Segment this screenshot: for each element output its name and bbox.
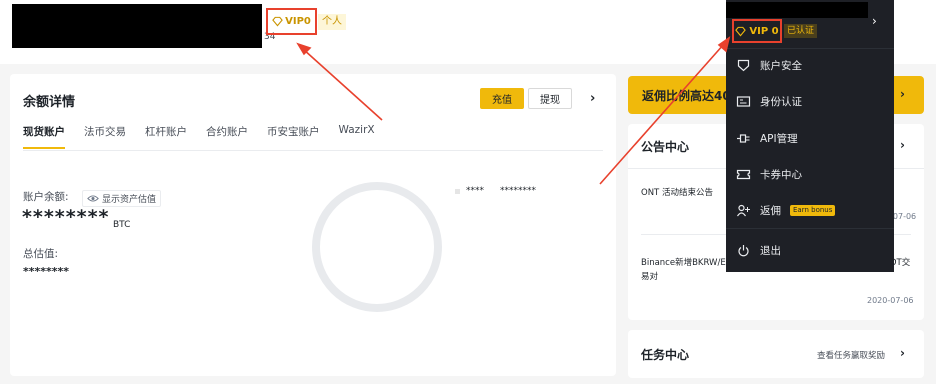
tabs-divider <box>23 150 603 151</box>
legend-asset-name: **** <box>466 186 484 196</box>
power-icon <box>738 245 749 257</box>
add-user-icon <box>737 204 750 217</box>
menu-item-referral[interactable]: 返佣 Earn bonus <box>736 203 836 218</box>
account-balance-label: 账户余额: <box>23 191 69 203</box>
show-estimate-toggle[interactable]: 显示资产估值 <box>82 190 162 207</box>
chevron-right-icon[interactable]: › <box>872 14 877 28</box>
announcement-title: 公告中心 <box>641 140 690 154</box>
announcement-item-cont: 易对 <box>641 272 659 282</box>
menu-item-coupon-center[interactable]: 卡券中心 <box>736 167 802 182</box>
menu-item-label: API管理 <box>760 133 798 145</box>
tab-wazirx[interactable]: WazirX <box>339 124 375 149</box>
id-card-icon <box>736 96 751 107</box>
show-estimate-label: 显示资产估值 <box>102 195 157 205</box>
balance-details-card: 余额详情 充值 提现 › 现货账户 法币交易 杠杆账户 合约账户 币安宝账户 W… <box>10 74 616 376</box>
chevron-right-icon[interactable]: › <box>900 346 905 360</box>
total-estimate-label: 总估值: <box>23 248 59 260</box>
redacted-email <box>726 2 868 18</box>
rebate-banner-text: 返佣比例高达40 <box>642 89 731 103</box>
menu-item-identity-verification[interactable]: 身份认证 <box>736 94 802 109</box>
menu-item-label: 退出 <box>760 245 781 257</box>
announcement-item[interactable]: Binance新增BKRW/E <box>641 256 726 268</box>
total-masked-value: ******** <box>23 265 70 278</box>
menu-item-label: 返佣 <box>760 205 781 217</box>
menu-item-account-security[interactable]: 账户安全 <box>736 58 802 73</box>
tab-spot-account[interactable]: 现货账户 <box>23 124 65 149</box>
view-tasks-link[interactable]: 查看任务赢取奖励 <box>817 349 885 361</box>
announcement-date: 2020-07-06 <box>867 296 914 305</box>
withdraw-button[interactable]: 提现 <box>528 88 572 109</box>
diamond-icon <box>735 26 747 36</box>
task-center-title: 任务中心 <box>641 348 690 362</box>
chevron-right-icon: › <box>900 87 905 101</box>
announcement-item[interactable]: ONT 活动结束公告 <box>641 186 713 198</box>
balance-unit: BTC <box>113 220 131 230</box>
redacted-username <box>12 4 262 48</box>
chevron-right-icon[interactable]: › <box>590 91 595 106</box>
balance-masked-value: ******** <box>22 206 110 228</box>
legend-swatch <box>455 188 460 194</box>
tab-fiat-trading[interactable]: 法币交易 <box>84 124 126 149</box>
task-center-card: 任务中心 查看任务赢取奖励 › <box>628 330 924 378</box>
api-key-icon <box>737 134 750 143</box>
menu-item-label: 身份认证 <box>760 96 802 108</box>
menu-item-logout[interactable]: 退出 <box>736 243 781 258</box>
diamond-icon <box>272 16 283 27</box>
menu-item-label: 账户安全 <box>760 60 802 72</box>
tab-margin-account[interactable]: 杠杆账户 <box>145 124 187 149</box>
asset-legend: **** ******** <box>455 186 536 196</box>
eye-icon <box>87 195 99 202</box>
vip-level-text: VIP0 <box>285 16 311 27</box>
user-dropdown-menu: › VIP 0 已认证 账户安全 身份认证 API管理 卡券中心 返佣 Earn… <box>726 0 894 272</box>
divider <box>726 48 894 49</box>
menu-item-label: 卡券中心 <box>760 169 802 181</box>
legend-asset-value: ******** <box>500 186 536 196</box>
chevron-right-icon[interactable]: › <box>900 138 905 152</box>
asset-donut-chart <box>312 182 442 312</box>
deposit-button[interactable]: 充值 <box>480 88 524 109</box>
earn-bonus-badge: Earn bonus <box>790 205 836 216</box>
menu-item-api-management[interactable]: API管理 <box>736 131 798 146</box>
shield-icon <box>737 59 750 72</box>
tab-savings-account[interactable]: 币安宝账户 <box>267 124 320 149</box>
verified-tag: 已认证 <box>784 24 818 38</box>
tab-futures-account[interactable]: 合约账户 <box>206 124 248 149</box>
balance-title: 余额详情 <box>23 95 76 110</box>
account-tabs: 现货账户 法币交易 杠杆账户 合约账户 币安宝账户 WazirX <box>23 124 375 149</box>
menu-vip-text: VIP 0 <box>749 25 779 37</box>
account-type-tag: 个人 <box>318 14 346 30</box>
menu-vip-badge[interactable]: VIP 0 <box>732 19 782 43</box>
divider <box>726 228 894 229</box>
vip-level-badge[interactable]: VIP0 <box>266 8 317 35</box>
ticket-icon <box>736 169 751 180</box>
